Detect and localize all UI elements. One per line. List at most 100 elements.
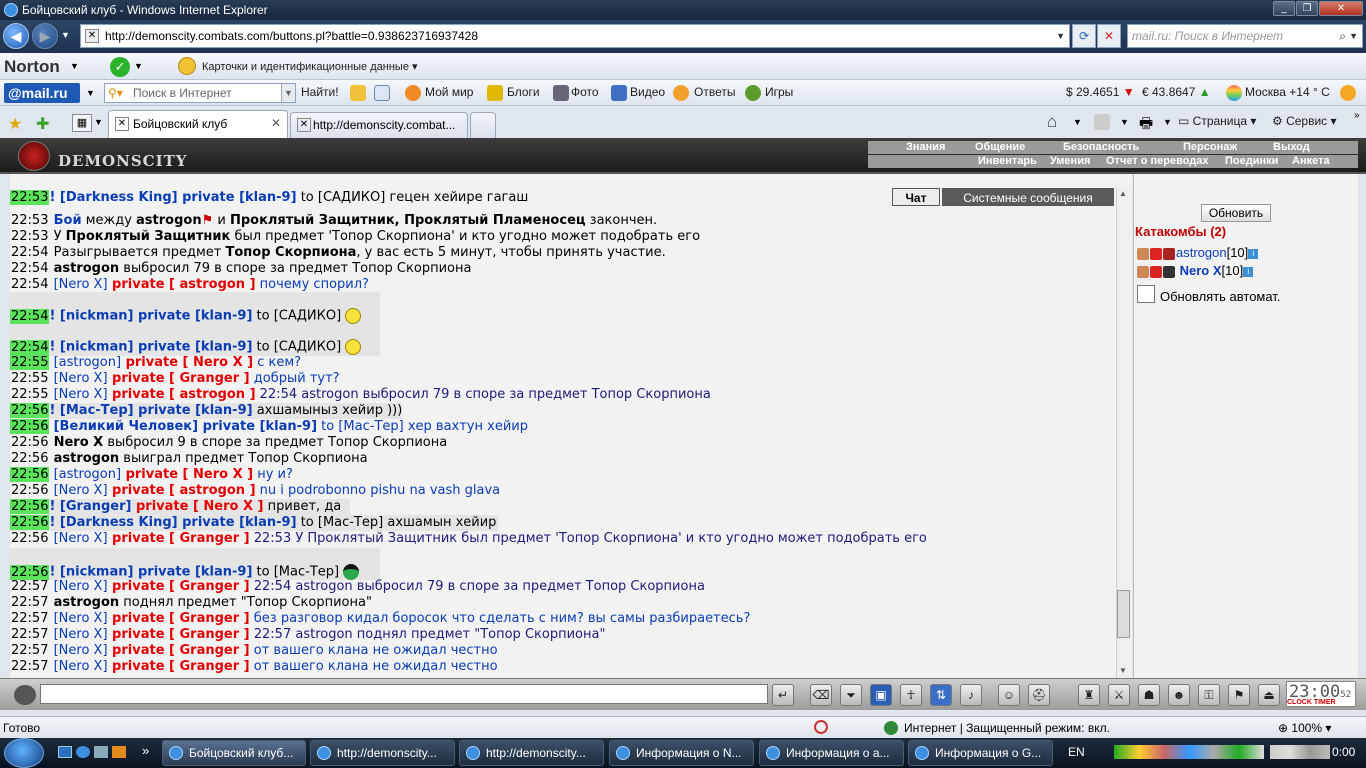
link-my-world[interactable]: Мой мир [425, 85, 473, 99]
back-button[interactable]: ◀ [3, 23, 29, 49]
info-icon[interactable]: i [1243, 266, 1254, 277]
filter-icon[interactable]: ⏷ [840, 684, 862, 706]
show-desktop-icon[interactable] [58, 746, 72, 758]
character-icon[interactable]: ☗ [1138, 684, 1160, 706]
chat-private[interactable]: private [ Granger ] [108, 627, 250, 642]
chat-private[interactable]: private [ astrogon ] [108, 387, 255, 402]
chat-private[interactable]: private [klan-9] [134, 403, 252, 418]
inventory-icon[interactable]: ♜ [1078, 684, 1100, 706]
link-answers[interactable]: Ответы [694, 85, 735, 99]
chat-player[interactable]: Проклятый Защитник [66, 229, 231, 244]
tab-system-messages[interactable]: Системные сообщения [942, 188, 1114, 206]
chat-private[interactable]: private [ Granger ] [108, 611, 250, 626]
lock-room-icon[interactable]: ⚿ [1198, 684, 1220, 706]
chat-sender[interactable]: [Nero X] [54, 371, 108, 386]
tab-chat[interactable]: Чат [892, 188, 940, 206]
taskbar-item[interactable]: Информация о N... [609, 740, 754, 766]
chat-player[interactable]: Nero X [54, 435, 104, 450]
security-zone[interactable]: Интернет | Защищенный режим: вкл. [904, 721, 1110, 735]
menu-knowledge[interactable]: Знания [906, 141, 945, 154]
info-icon[interactable]: i [1248, 248, 1259, 259]
new-tab-button[interactable] [470, 112, 496, 138]
chat-sender[interactable]: [Nero X] [54, 627, 108, 642]
stop-icon[interactable]: ✕ [1097, 24, 1121, 48]
minimize-button[interactable]: _ [1273, 1, 1295, 16]
chat-sender[interactable]: [Nero X] [54, 277, 108, 292]
scroll-lock-icon[interactable]: ⇅ [930, 684, 952, 706]
print-icon[interactable]: 🖶 [1139, 113, 1153, 138]
feeds-dropdown-icon[interactable]: ▼ [1120, 117, 1129, 127]
search-dropdown-icon[interactable]: ▼ [1349, 25, 1358, 47]
chat-sender[interactable]: ! [Granger] [49, 499, 131, 514]
check-status-icon[interactable]: ✓ [110, 57, 130, 77]
menu-communication[interactable]: Общение [975, 141, 1025, 154]
chat-private[interactable]: private [klan-9] [133, 309, 252, 324]
scroll-up-icon[interactable]: ▲ [1119, 189, 1127, 198]
weather-text[interactable]: Москва +14 ° C [1245, 85, 1330, 99]
chat-player[interactable]: Проклятый Защитник, Проклятый Пламеносец [230, 213, 586, 228]
chat-private[interactable]: private [ Nero X ] [131, 499, 264, 514]
send-icon[interactable]: ↵ [772, 684, 794, 706]
close-window-button[interactable]: ✕ [1319, 1, 1363, 16]
chat-sender[interactable]: [Nero X] [54, 483, 108, 498]
save-icon[interactable]: ▣ [870, 684, 892, 706]
mailru-search-dropdown-icon[interactable]: ▼ [281, 84, 295, 102]
chat-player[interactable]: astrogon [54, 451, 120, 466]
taskbar-item[interactable]: http://demonscity... [310, 740, 455, 766]
address-dropdown-icon[interactable]: ▼ [1056, 25, 1065, 47]
clear-icon[interactable]: ⌫ [810, 684, 832, 706]
chat-sender[interactable]: [Nero X] [54, 579, 108, 594]
chat-message-input[interactable] [40, 684, 768, 704]
sound-icon[interactable]: ♪ [960, 684, 982, 706]
menu-transfers[interactable]: Отчет о переводах [1106, 155, 1209, 168]
maximize-button[interactable]: ❐ [1296, 1, 1318, 16]
menu-inventory[interactable]: Инвентарь [978, 155, 1037, 168]
chat-sender[interactable]: [Nero X] [54, 531, 108, 546]
chat-sender[interactable]: [Nero X] [54, 659, 108, 674]
chat-sender[interactable]: ! [Darkness King] [49, 190, 177, 205]
usd-rate[interactable]: $ 29.4651 ▼ [1066, 85, 1135, 99]
flag-room-icon[interactable]: ⚑ [1228, 684, 1250, 706]
auto-refresh-checkbox[interactable] [1137, 285, 1155, 303]
chat-private[interactable]: private [ astrogon ] [108, 277, 255, 292]
cards-menu[interactable]: Карточки и идентификационные данные ▾ [202, 60, 418, 73]
tab-fight-club[interactable]: ✕ Бойцовский клуб ✕ [108, 110, 288, 138]
taskbar-item[interactable]: Бойцовский клуб... [162, 740, 306, 766]
address-bar[interactable]: ✕ http://demonscity.combats.com/buttons.… [80, 24, 1070, 48]
home-icon[interactable]: ⌂ [1047, 112, 1057, 132]
mask-icon[interactable]: ☻ [1168, 684, 1190, 706]
print-dropdown-icon[interactable]: ▼ [1163, 117, 1172, 127]
chat-sender[interactable]: [Nero X] [54, 643, 108, 658]
taskbar-item[interactable]: Информация о G... [908, 740, 1053, 766]
chat-sender[interactable]: ! [Мас-Тер] [49, 403, 133, 418]
taskbar-clock[interactable]: 0:00 [1332, 745, 1355, 759]
find-button[interactable]: Найти! [301, 85, 339, 99]
switch-windows-icon[interactable] [94, 746, 108, 758]
menu-profile[interactable]: Анкета [1292, 155, 1330, 168]
mailru-search-input[interactable]: ⚲▾ Поиск в Интернет ▼ [104, 83, 296, 103]
exit-icon[interactable]: ⏏ [1258, 684, 1280, 706]
helmet-icon[interactable]: ⛑ [1028, 684, 1050, 706]
smiles-icon[interactable]: ☺ [998, 684, 1020, 706]
norton-dropdown-icon[interactable]: ▼ [70, 61, 79, 71]
chat-private[interactable]: private [ Nero X ] [121, 467, 254, 482]
popup-blocker-icon[interactable] [814, 720, 828, 734]
link-blogs[interactable]: Блоги [507, 85, 540, 99]
menu-exit[interactable]: Выход [1273, 141, 1310, 154]
mailru-dropdown-icon[interactable]: ▼ [86, 88, 95, 98]
page-menu[interactable]: ▭ Страница ▾ [1178, 114, 1256, 128]
close-tab-icon[interactable]: ✕ [271, 116, 281, 130]
browser-search-input[interactable]: mail.ru: Поиск в Интернет ⌕ ▼ [1127, 24, 1363, 48]
refresh-room-button[interactable]: Обновить [1201, 204, 1271, 222]
more-quicklaunch-icon[interactable]: » [142, 743, 149, 758]
tab-demonscity[interactable]: ✕ http://demonscity.combat... [290, 112, 468, 138]
mailru-logo[interactable]: @mail.ru [4, 83, 80, 103]
add-favorites-icon[interactable]: ✚ [36, 114, 49, 134]
chat-sender[interactable]: ! [nickman] [49, 309, 133, 324]
chat-battle-link[interactable]: Бой [54, 213, 82, 228]
link-games[interactable]: Игры [765, 85, 793, 99]
history-dropdown-icon[interactable]: ▼ [61, 30, 70, 40]
system-tray-icons[interactable] [1114, 745, 1264, 759]
menu-skills[interactable]: Умения [1050, 155, 1090, 168]
chat-sender[interactable]: [astrogon] [54, 355, 121, 370]
